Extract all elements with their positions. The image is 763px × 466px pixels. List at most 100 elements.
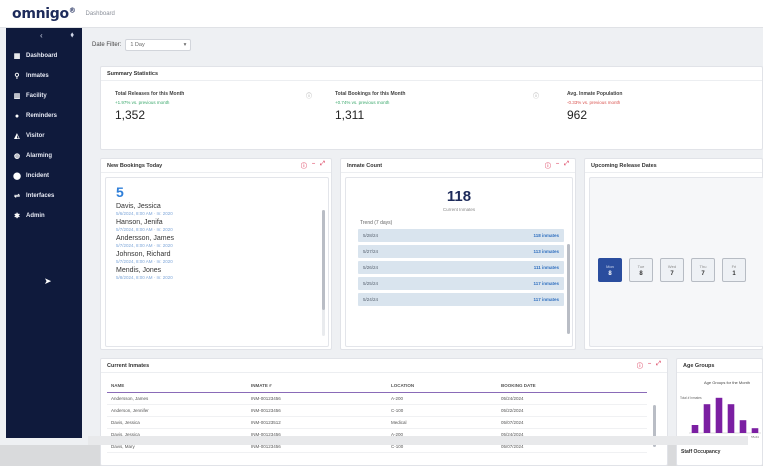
omnigo-logo[interactable]: omnigo®: [12, 6, 76, 22]
summary-statistics-title: Summary Statistics: [107, 70, 159, 77]
sidebar-item-visitor[interactable]: ◭ Visitor: [6, 126, 82, 146]
list-item[interactable]: Johnson, Richard 5/7/2024, 8:00 AM · In: …: [116, 251, 328, 264]
expand-icon[interactable]: ⤢: [656, 361, 661, 370]
minimize-icon[interactable]: –: [312, 161, 315, 170]
day-name: Wed: [667, 263, 677, 269]
booking-date: 5/7/2024, 8:00 AM · In: 2020: [116, 259, 173, 264]
age-bar: [715, 397, 723, 433]
stat-card-population: Avg. Inmate Population -0.33% vs. previo…: [559, 85, 759, 143]
stat-value: 962: [567, 108, 588, 122]
sidebar-item-reminders[interactable]: ● Reminders: [6, 106, 82, 126]
release-day[interactable]: Thu 7: [691, 258, 715, 282]
trend-row[interactable]: 5/24/24 117 inmates: [358, 293, 564, 306]
person-name: Johnson, Richard: [116, 251, 171, 258]
list-item[interactable]: Davis, Jessica 5/6/2024, 8:00 AM · In: 20…: [116, 203, 328, 216]
sidebar-item-admin[interactable]: ✱ Admin: [6, 206, 82, 226]
person-name: Hanson, Jenifa: [116, 219, 163, 226]
date-filter-label: Date Filter:: [92, 42, 122, 48]
column-header-name[interactable]: NAME: [107, 379, 247, 393]
trend-row[interactable]: 5/27/24 113 inmates: [358, 245, 564, 258]
release-day-list: Mon 8 Tue 8 Wed 7 Thu 7 Fri 1: [598, 258, 746, 282]
current-inmates-header: Current Inmates ⓘ – ⤢: [101, 359, 667, 373]
trend-row[interactable]: 5/26/24 111 inmates: [358, 261, 564, 274]
trend-row[interactable]: 5/25/24 117 inmates: [358, 277, 564, 290]
breadcrumb: Dashboard: [85, 10, 115, 17]
sidebar-item-label: Facility: [26, 93, 47, 99]
trend-date: 5/26/24: [363, 265, 379, 270]
scrollbar-thumb[interactable]: [322, 210, 325, 310]
sidebar-item-facility[interactable]: ▥ Facility: [6, 86, 82, 106]
age-groups-card: Age Groups Age Groups for the Month Total…: [676, 358, 763, 466]
building-icon: ▥: [13, 93, 21, 100]
list-item[interactable]: Andersson, James 5/7/2024, 8:00 AM · In: …: [116, 235, 328, 248]
sidebar-item-dashboard[interactable]: ▦ Dashboard: [6, 46, 82, 66]
booking-date: 5/6/2024, 8:00 AM · In: 2020: [116, 211, 173, 216]
new-bookings-card: New Bookings Today ⓘ – ⤢ 5 Davis, Jessica 5…: [100, 158, 332, 350]
chevron-left-icon[interactable]: ‹: [40, 31, 43, 40]
current-inmates-title: Current Inmates: [107, 362, 150, 369]
minimize-icon[interactable]: –: [648, 361, 651, 370]
trend-value: 118 inmates: [533, 233, 559, 238]
trend-value: 117 inmates: [533, 281, 559, 286]
pin-icon[interactable]: ⬧: [70, 30, 74, 40]
sidebar-item-incident[interactable]: ⬤ Incident: [6, 166, 82, 186]
trend-row[interactable]: 5/28/24 118 inmates: [358, 229, 564, 242]
scrollbar-thumb[interactable]: [567, 244, 570, 334]
mouse-cursor-icon: ➤: [44, 276, 52, 286]
person-name: Mendis, Jones: [116, 267, 162, 274]
column-header-location[interactable]: LOCATION: [387, 379, 497, 393]
table-row[interactable]: Andersson, James INM-00123456 A-200 05/24/2…: [107, 392, 647, 405]
day-count: 1: [732, 270, 736, 277]
minimize-icon[interactable]: –: [556, 161, 559, 170]
cell-name: Andersson, James: [107, 392, 247, 405]
info-icon[interactable]: ⓘ: [533, 91, 539, 100]
sidebar-item-alarming[interactable]: ◍ Alarming: [6, 146, 82, 166]
sidebar-item-label: Incident: [26, 173, 50, 179]
info-icon[interactable]: ⓘ: [301, 161, 307, 170]
table-row[interactable]: Davis, Jessica INM-00123512 Medical 05/07/2…: [107, 416, 647, 429]
day-count: 7: [701, 270, 705, 277]
age-bar: [727, 404, 735, 433]
sidebar-item-inmates[interactable]: ⚲ Inmates: [6, 66, 82, 86]
day-count: 7: [670, 270, 674, 277]
age-bar: [739, 420, 747, 433]
release-day[interactable]: Fri 1: [722, 258, 746, 282]
sidebar-item-label: Admin: [26, 213, 45, 219]
list-item[interactable]: Hanson, Jenifa 5/7/2024, 8:00 AM · In: 20…: [116, 219, 328, 232]
new-bookings-title: New Bookings Today: [107, 162, 163, 169]
chevron-down-icon: ▾: [183, 42, 187, 48]
gear-icon: ✱: [14, 213, 20, 220]
expand-icon[interactable]: ⤢: [320, 161, 325, 170]
cell-inmate-number: INM-00123512: [247, 416, 387, 429]
release-day[interactable]: Tue 8: [629, 258, 653, 282]
inmate-count-body: 118 Current Inmates Trend (7 days) 5/28/…: [345, 177, 573, 347]
info-icon[interactable]: ⓘ: [306, 91, 312, 100]
inmate-count-card: Inmate Count ⓘ – ⤢ 118 Current Inmates Tre…: [340, 158, 576, 350]
upcoming-releases-card: Upcoming Release Dates Mon 8 Tue 8 Wed 7 Th…: [584, 158, 763, 350]
stat-change: +1.97% vs. previous month: [115, 100, 170, 105]
app-page: omnigo® Dashboard ‹ ⬧ ▦ Dashboard ⚲ Inmate…: [0, 0, 763, 466]
horizontal-scrollbar[interactable]: [88, 436, 748, 445]
info-icon[interactable]: ⓘ: [637, 361, 643, 370]
release-day[interactable]: Wed 7: [660, 258, 684, 282]
sidebar-item-label: Reminders: [26, 113, 58, 119]
table-row[interactable]: Anderson, Jennifer INM-00123456 C-100 05/22…: [107, 404, 647, 417]
info-icon[interactable]: ⓘ: [545, 161, 551, 170]
upcoming-releases-title: Upcoming Release Dates: [591, 162, 657, 169]
booking-date: 5/8/2024, 8:00 AM · In: 2020: [116, 275, 173, 280]
release-day[interactable]: Mon 8: [598, 258, 622, 282]
current-inmates-card: Current Inmates ⓘ – ⤢ NAME INMATE # LOCATI…: [100, 358, 668, 466]
stat-value: 1,352: [115, 108, 146, 122]
expand-icon[interactable]: ⤢: [564, 161, 569, 170]
list-item[interactable]: Mendis, Jones 5/8/2024, 8:00 AM · In: 202…: [116, 267, 328, 280]
stat-title: Total Releases for this Month: [115, 91, 185, 97]
alarm-icon: ◍: [13, 153, 21, 160]
date-filter-select[interactable]: 1 Day ▾: [125, 39, 192, 51]
trend-value: 117 inmates: [533, 297, 559, 302]
upcoming-releases-header: Upcoming Release Dates: [585, 159, 762, 173]
column-header-booking-date[interactable]: BOOKING DATE: [497, 379, 647, 393]
day-name: Fri: [731, 263, 737, 269]
age-bar: [703, 404, 711, 433]
sidebar-item-interfaces[interactable]: ⇌ Interfaces: [6, 186, 82, 206]
column-header-inmate-number[interactable]: INMATE #: [247, 379, 387, 393]
